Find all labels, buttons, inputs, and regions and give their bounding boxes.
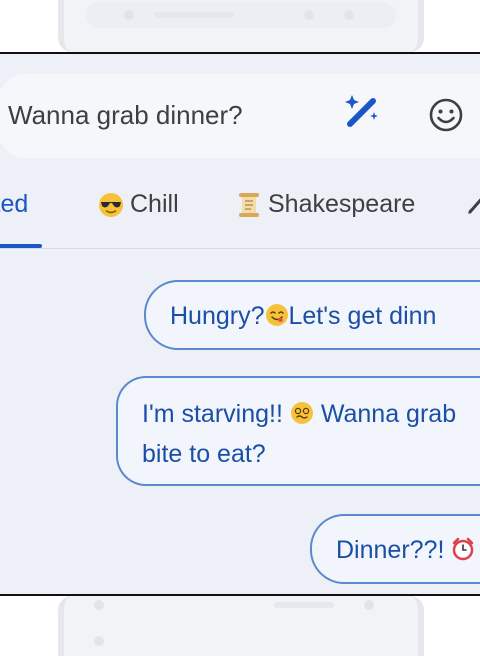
background-icon [94,636,104,646]
background-icon [364,600,374,610]
suggestion-text-line: bite to eat? [142,440,266,468]
magic-compose-panel: Wanna grab dinner? ited Chill [0,52,480,596]
tabs-divider [0,248,480,249]
suggestion-chip[interactable]: Hungry? Let's get dinn [144,280,480,350]
tab-edited[interactable]: ited [0,190,28,219]
tab-label: Shakespeare [268,190,416,218]
suggestion-text-part: Wanna grab [320,400,457,428]
savoring-food-emoji-icon [265,304,288,326]
background-text-line [274,602,334,608]
tab-chill[interactable]: Chill [98,190,179,219]
background-icon [344,10,354,20]
background-phone-top [58,0,424,52]
suggestion-text-part: I'm starving!! [142,400,283,428]
background-icon [304,10,314,20]
dizzy-face-emoji-icon [290,402,313,424]
tab-label: ited [0,190,29,218]
background-icon [94,600,104,610]
suggestion-text-part: Let's get dinn [288,302,437,330]
background-text-line [154,12,234,18]
background-phone-bottom [58,596,424,656]
compose-field[interactable]: Wanna grab dinner? [0,74,480,158]
suggestion-text-part: Dinner??! [336,536,445,564]
tab-shakespeare[interactable]: Shakespeare [236,190,415,219]
background-icon [124,10,134,20]
compose-message-text: Wanna grab dinner? [8,100,243,130]
suggestion-text-part: Hungry? [170,302,265,330]
suggestion-text: Hungry? Let's get dinn [170,302,436,331]
tab-more[interactable] [466,190,480,216]
scroll-emoji-icon [239,192,259,217]
suggestion-text: Dinner??! [336,536,475,565]
tab-label: Chill [130,190,179,218]
suggestion-chip[interactable]: Dinner??! [310,514,480,584]
sunglasses-emoji-icon [99,192,123,217]
pen-icon [468,198,480,214]
magic-wand-icon[interactable] [338,90,382,134]
style-tabs: ited Chill Shakespeare [0,172,480,250]
suggestion-chip[interactable]: I'm starving!! Wanna grab bite to eat? [116,376,480,486]
emoji-smiley-icon[interactable] [428,97,464,133]
alarm-clock-emoji-icon [453,537,474,561]
suggestion-text-line: I'm starving!! Wanna grab [142,400,456,429]
